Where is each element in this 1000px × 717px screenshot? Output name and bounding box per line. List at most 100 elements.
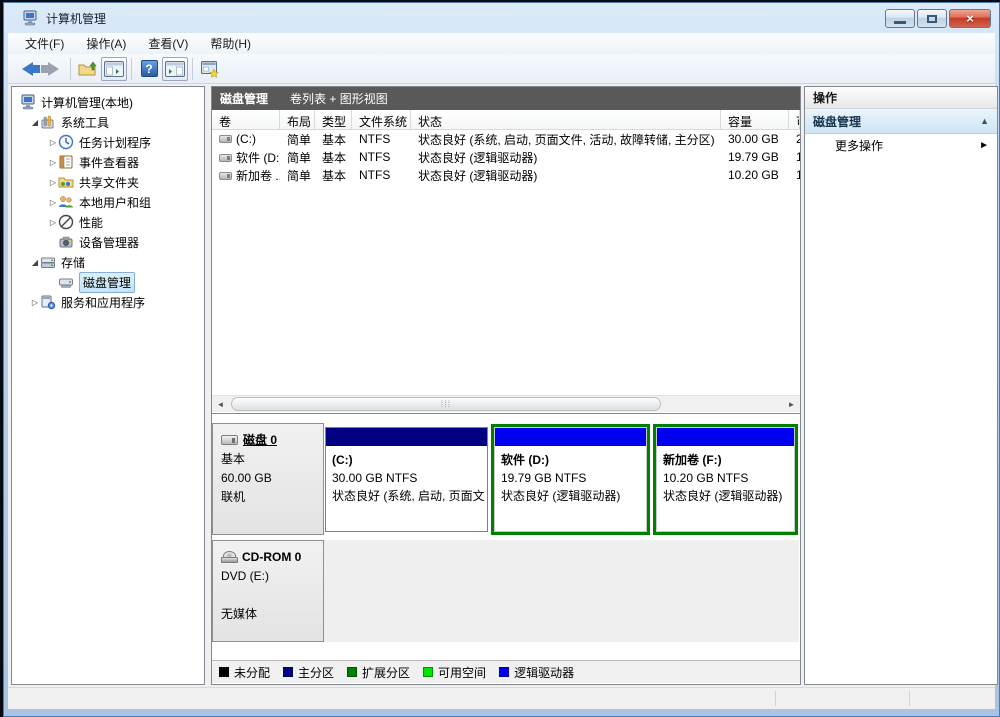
tree-item-system-tools[interactable]: ◢ 系统工具 xyxy=(12,112,204,132)
tree-label: 设备管理器 xyxy=(79,234,139,251)
volume-name: (C:) xyxy=(236,132,256,146)
console-tree-panel: 计算机管理(本地) ◢ 系统工具 ▷ xyxy=(11,86,205,685)
tree-item-task-scheduler[interactable]: ▷ 任务计划程序 xyxy=(12,132,204,152)
actions-section-label: 磁盘管理 xyxy=(813,113,861,130)
legend-label: 逻辑驱动器 xyxy=(514,664,574,681)
disk0-name: 磁盘 0 xyxy=(243,433,277,447)
primary-partition-swatch xyxy=(283,667,293,677)
clock-icon xyxy=(58,134,74,150)
menu-action[interactable]: 操作(A) xyxy=(75,32,137,55)
console-window-button[interactable] xyxy=(197,57,223,81)
partition-d-size: 19.79 GB NTFS xyxy=(501,469,646,487)
scroll-left-button[interactable]: ◄ xyxy=(212,396,229,412)
menu-view[interactable]: 查看(V) xyxy=(137,32,199,55)
tree-item-event-viewer[interactable]: ▷ 事件查看器 xyxy=(12,152,204,172)
legend-extended: 扩展分区 xyxy=(347,664,410,681)
tree-item-services-applications[interactable]: ▷ 服务和应用程序 xyxy=(12,292,204,312)
actions-section-disk-management[interactable]: 磁盘管理 ▲ xyxy=(805,109,997,134)
forward-icon xyxy=(48,62,59,76)
extended-partition-swatch xyxy=(347,667,357,677)
tree-item-performance[interactable]: ▷ 性能 xyxy=(12,212,204,232)
horizontal-scrollbar[interactable]: ◄ ⁞⁞⁞ ► xyxy=(212,395,800,412)
partition-d[interactable]: 软件 (D:) 19.79 GB NTFS 状态良好 (逻辑驱动器) xyxy=(494,427,647,532)
collapse-icon[interactable]: ◢ xyxy=(30,258,40,267)
tree-item-shared-folders[interactable]: ▷ 共享文件夹 xyxy=(12,172,204,192)
column-header-capacity[interactable]: 容量 xyxy=(721,110,789,129)
volume-fs: NTFS xyxy=(352,132,411,146)
statusbar-separator xyxy=(909,691,910,706)
volume-row-d[interactable]: 软件 (D:) 简单 基本 NTFS 状态良好 (逻辑驱动器) 19.79 GB… xyxy=(212,148,800,166)
computer-icon xyxy=(20,94,36,110)
expand-icon[interactable]: ▷ xyxy=(30,298,40,307)
column-header-type[interactable]: 类型 xyxy=(315,110,352,129)
titlebar[interactable]: 计算机管理 × xyxy=(4,3,999,32)
help-button[interactable]: ? xyxy=(136,57,162,81)
column-header-free[interactable]: 可 xyxy=(789,110,800,129)
menu-help[interactable]: 帮助(H) xyxy=(199,32,262,55)
disk0-size: 60.00 GB xyxy=(221,469,323,488)
partition-c-status: 状态良好 (系统, 启动, 页面文 xyxy=(332,487,487,505)
extended-partition-frame-d: 软件 (D:) 19.79 GB NTFS 状态良好 (逻辑驱动器) xyxy=(491,424,650,535)
legend-label: 主分区 xyxy=(298,664,334,681)
collapse-section-icon[interactable]: ▲ xyxy=(980,116,989,126)
volume-row-f[interactable]: 新加卷 ... 简单 基本 NTFS 状态良好 (逻辑驱动器) 10.20 GB… xyxy=(212,166,800,184)
volume-free: 1 xyxy=(789,168,800,182)
action-pane-icon xyxy=(165,61,185,77)
tree-item-computer-management[interactable]: 计算机管理(本地) xyxy=(12,92,204,112)
show-action-pane-button[interactable] xyxy=(162,57,188,81)
performance-icon xyxy=(58,214,74,230)
partition-c[interactable]: (C:) 30.00 GB NTFS 状态良好 (系统, 启动, 页面文 xyxy=(325,427,488,532)
cdrom-info-box[interactable]: CD-ROM 0 DVD (E:) 无媒体 xyxy=(212,540,324,642)
volume-free: 2 xyxy=(789,132,800,146)
tree-item-storage[interactable]: ◢ 存储 xyxy=(12,252,204,272)
forward-button[interactable] xyxy=(40,57,66,81)
column-header-status[interactable]: 状态 xyxy=(411,110,721,129)
show-console-tree-button[interactable] xyxy=(101,57,127,81)
actions-panel-title: 操作 xyxy=(805,87,997,109)
maximize-button[interactable] xyxy=(917,9,947,28)
menu-file[interactable]: 文件(F) xyxy=(14,32,75,55)
disk0-info-box[interactable]: 磁盘 0 基本 60.00 GB 联机 xyxy=(212,423,324,535)
minimize-button[interactable] xyxy=(885,9,915,28)
scroll-right-button[interactable]: ► xyxy=(783,396,800,412)
users-icon xyxy=(58,194,74,210)
device-manager-icon xyxy=(58,234,74,250)
partition-f-status: 状态良好 (逻辑驱动器) xyxy=(663,487,794,505)
more-actions-label: 更多操作 xyxy=(835,137,883,154)
tree-item-device-manager[interactable]: ▷ 设备管理器 xyxy=(12,232,204,252)
volume-fs: NTFS xyxy=(352,168,411,182)
scrollbar-thumb[interactable]: ⁞⁞⁞ xyxy=(231,397,661,411)
panel-view-mode: 卷列表 + 图形视图 xyxy=(290,90,388,107)
volume-capacity: 10.20 GB xyxy=(721,168,789,182)
column-header-volume[interactable]: 卷 xyxy=(212,110,280,129)
more-actions-item[interactable]: 更多操作 ► xyxy=(805,134,997,156)
collapse-icon[interactable]: ◢ xyxy=(30,118,40,127)
up-folder-button[interactable] xyxy=(75,57,101,81)
partition-c-name: (C:) xyxy=(332,451,487,469)
partition-f-size: 10.20 GB NTFS xyxy=(663,469,794,487)
column-header-layout[interactable]: 布局 xyxy=(280,110,315,129)
legend-label: 可用空间 xyxy=(438,664,486,681)
cdrom-drive: DVD (E:) xyxy=(221,567,323,586)
expand-icon[interactable]: ▷ xyxy=(48,218,58,227)
tree-item-local-users-groups[interactable]: ▷ 本地用户和组 xyxy=(12,192,204,212)
up-folder-icon xyxy=(78,60,98,78)
panel-title: 磁盘管理 xyxy=(220,90,268,107)
partition-f-selected[interactable]: 新加卷 (F:) 10.20 GB NTFS 状态良好 (逻辑驱动器) xyxy=(656,427,795,532)
expand-icon[interactable]: ▷ xyxy=(48,198,58,207)
volume-type: 基本 xyxy=(315,167,352,184)
close-button[interactable]: × xyxy=(949,9,991,28)
volume-row-c[interactable]: (C:) 简单 基本 NTFS 状态良好 (系统, 启动, 页面文件, 活动, … xyxy=(212,130,800,148)
minimize-icon xyxy=(894,21,906,24)
volume-icon xyxy=(219,172,232,180)
back-button[interactable] xyxy=(14,57,40,81)
console-window-icon xyxy=(200,60,220,78)
volume-layout: 简单 xyxy=(280,167,315,184)
computer-management-window: 计算机管理 × 文件(F) 操作(A) 查看(V) 帮助(H) xyxy=(3,2,1000,717)
tree-item-disk-management[interactable]: ▷ 磁盘管理 xyxy=(12,272,204,292)
expand-icon[interactable]: ▷ xyxy=(48,138,58,147)
volume-icon xyxy=(219,154,232,162)
expand-icon[interactable]: ▷ xyxy=(48,178,58,187)
column-header-filesystem[interactable]: 文件系统 xyxy=(352,110,411,129)
expand-icon[interactable]: ▷ xyxy=(48,158,58,167)
